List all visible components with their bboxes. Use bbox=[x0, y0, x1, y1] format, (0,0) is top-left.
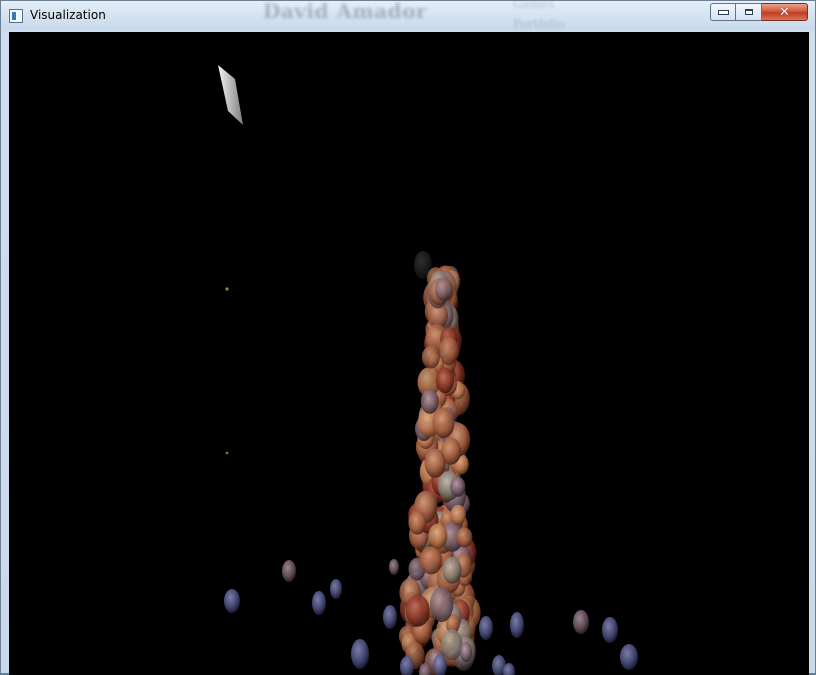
marker-dot bbox=[225, 287, 229, 291]
particle bbox=[439, 336, 459, 366]
particle bbox=[460, 642, 472, 662]
close-icon: ✕ bbox=[779, 4, 790, 20]
particle bbox=[450, 476, 466, 497]
minimize-icon bbox=[717, 9, 729, 15]
particle bbox=[510, 612, 524, 638]
floating-card bbox=[218, 65, 243, 125]
title-bar[interactable]: David Amador Games Portfolio Visualizati… bbox=[1, 0, 815, 31]
close-button[interactable]: ✕ bbox=[762, 3, 808, 21]
background-page-title: David Amador bbox=[263, 0, 427, 23]
particle bbox=[429, 587, 454, 623]
particle bbox=[420, 389, 439, 414]
maximize-button[interactable] bbox=[736, 3, 762, 21]
particle bbox=[383, 605, 397, 629]
particle bbox=[408, 510, 427, 535]
particle bbox=[602, 617, 618, 643]
particle bbox=[428, 523, 448, 549]
particle bbox=[456, 527, 473, 548]
particle bbox=[441, 629, 463, 661]
particle bbox=[620, 644, 638, 670]
particle-scene bbox=[218, 65, 638, 675]
particle bbox=[224, 589, 240, 613]
window-title: Visualization bbox=[30, 8, 106, 22]
window-app-icon[interactable] bbox=[9, 9, 23, 23]
window-controls: ✕ bbox=[710, 3, 808, 22]
particle bbox=[479, 616, 493, 640]
marker-dot bbox=[225, 451, 229, 455]
particle bbox=[405, 594, 430, 627]
particle bbox=[434, 277, 453, 301]
particle bbox=[573, 610, 589, 634]
particle bbox=[330, 579, 342, 599]
particle bbox=[421, 345, 440, 369]
render-viewport[interactable] bbox=[9, 32, 809, 675]
particle bbox=[435, 367, 454, 394]
particle bbox=[282, 560, 296, 582]
particle bbox=[442, 556, 462, 584]
minimize-button[interactable] bbox=[710, 3, 736, 21]
particle bbox=[389, 559, 399, 575]
particle bbox=[424, 448, 446, 478]
background-page-link-2: Portfolio bbox=[513, 17, 565, 31]
particle bbox=[432, 407, 455, 439]
particle bbox=[450, 504, 466, 526]
background-page-link-1: Games bbox=[513, 0, 555, 11]
particle-cloud bbox=[224, 251, 638, 675]
particle bbox=[351, 639, 369, 669]
visualization-window: David Amador Games Portfolio Visualizati… bbox=[0, 0, 816, 675]
particle bbox=[312, 591, 326, 615]
maximize-icon bbox=[744, 9, 753, 15]
